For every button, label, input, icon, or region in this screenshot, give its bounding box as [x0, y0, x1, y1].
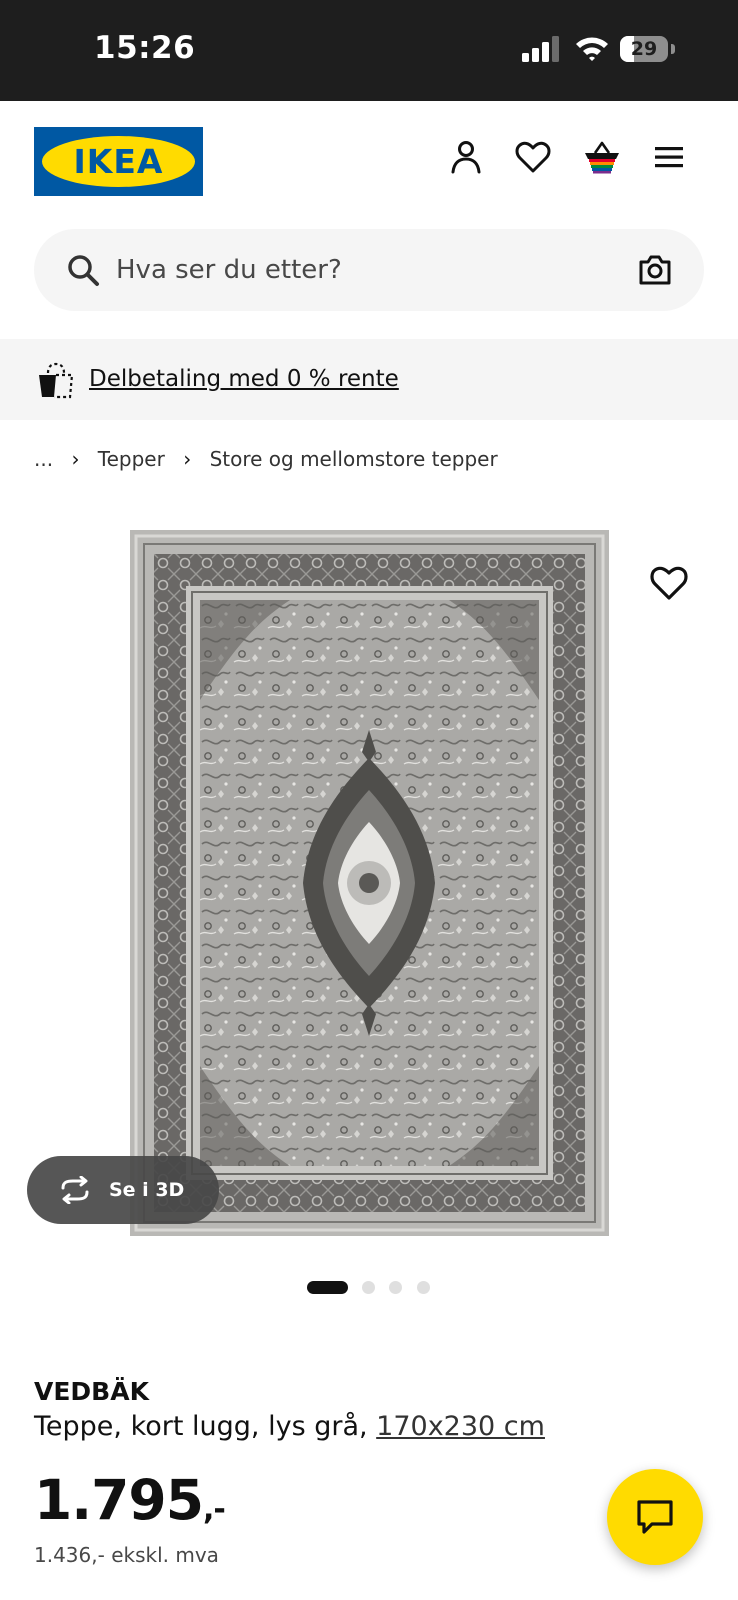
- basket-icon[interactable]: [583, 139, 621, 175]
- battery-cap: [671, 44, 675, 54]
- logo-oval: IKEA: [42, 136, 195, 187]
- installment-icon: [39, 362, 74, 399]
- site-header: IKEA: [0, 101, 738, 229]
- person-icon[interactable]: [448, 139, 484, 175]
- product-size-link[interactable]: 170x230 cm: [376, 1411, 545, 1442]
- view-in-3d-label: Se i 3D: [109, 1179, 185, 1201]
- view-in-3d-button[interactable]: Se i 3D: [27, 1156, 219, 1224]
- search-icon[interactable]: [66, 253, 100, 287]
- installment-link[interactable]: Delbetaling med 0 % rente: [89, 339, 399, 420]
- chevron-right-icon: ›: [71, 446, 80, 471]
- product-description: Teppe, kort lugg, lys grå, 170x230 cm: [34, 1411, 545, 1442]
- promo-banner: Delbetaling med 0 % rente: [0, 339, 738, 420]
- rotate-3d-icon: [61, 1176, 89, 1204]
- chat-icon: [637, 1500, 673, 1534]
- breadcrumb-item-tepper[interactable]: Tepper: [98, 442, 165, 476]
- battery-level-text: 29: [630, 38, 658, 60]
- gallery-dot[interactable]: [389, 1281, 402, 1294]
- chevron-right-icon: ›: [183, 446, 192, 471]
- logo-text: IKEA: [73, 142, 164, 181]
- price-excl-vat: 1.436,- ekskl. mva: [34, 1543, 219, 1567]
- search-input[interactable]: [116, 229, 616, 311]
- heart-icon[interactable]: [515, 139, 551, 175]
- status-bar: 15:26 29: [0, 0, 738, 101]
- product-name: VEDBÄK: [34, 1377, 149, 1406]
- wifi-icon: [576, 37, 608, 61]
- status-time: 15:26: [94, 30, 196, 66]
- breadcrumb-item-store-og-mellomstore-tepper[interactable]: Store og mellomstore tepper: [210, 442, 498, 476]
- chat-button[interactable]: [607, 1469, 703, 1565]
- product-description-text: Teppe, kort lugg, lys grå,: [34, 1411, 377, 1442]
- menu-icon[interactable]: [651, 139, 687, 175]
- signal-icon: [522, 36, 559, 62]
- gallery-dot[interactable]: [307, 1281, 348, 1294]
- camera-icon[interactable]: [638, 253, 672, 287]
- price-suffix: ,-: [202, 1492, 226, 1527]
- ikea-logo[interactable]: IKEA: [34, 127, 203, 196]
- product-price: 1.795,-: [34, 1468, 226, 1532]
- search-bar: [34, 229, 704, 311]
- breadcrumb-ellipsis[interactable]: ...: [34, 442, 53, 476]
- gallery-dot[interactable]: [362, 1281, 375, 1294]
- breadcrumb: ... › Tepper › Store og mellomstore tepp…: [34, 440, 498, 474]
- battery-icon: 29: [620, 36, 668, 62]
- gallery-dot[interactable]: [417, 1281, 430, 1294]
- product-image[interactable]: [130, 530, 609, 1236]
- price-value: 1.795: [34, 1468, 204, 1532]
- add-to-favourites-heart-icon[interactable]: [649, 563, 689, 603]
